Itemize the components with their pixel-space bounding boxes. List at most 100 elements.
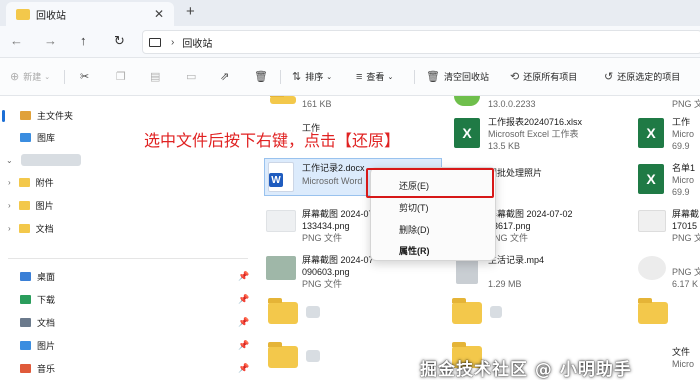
breadcrumb[interactable]: 回收站	[182, 35, 212, 50]
sort-icon: ⇅	[292, 71, 302, 83]
view-icon: ≡	[356, 70, 363, 83]
restore-all-icon: ⟲	[510, 71, 520, 83]
file-name: 工作记录2.docx	[302, 163, 365, 173]
file-name: 名单1	[672, 163, 696, 173]
file-size: 1.29 MB	[488, 279, 522, 289]
pictures-icon	[20, 341, 31, 350]
pin-icon[interactable]: 📌	[238, 271, 249, 282]
address-bar-row: ← → ↑ ↻ › 回收站	[0, 26, 700, 58]
restore-highlight-box	[366, 168, 494, 198]
new-tab-icon[interactable]: +	[186, 3, 195, 20]
download-icon	[20, 295, 31, 304]
view-button[interactable]: ≡ 查看 ⌄	[356, 70, 393, 83]
sidebar-item-music[interactable]: 音乐	[20, 362, 55, 375]
close-tab-icon[interactable]: ✕	[154, 7, 164, 21]
sidebar-item-gallery[interactable]: 图库	[20, 131, 55, 144]
divider	[64, 70, 65, 84]
selection-indicator	[2, 110, 5, 122]
sidebar-item-downloads[interactable]: 下载	[20, 293, 55, 306]
plus-icon: ⊕	[10, 71, 20, 83]
copy-icon: ❐	[116, 71, 126, 83]
chevron-right-icon: ›	[8, 201, 11, 210]
scissors-icon: ✂	[80, 71, 90, 83]
menu-item-delete[interactable]: 删除(D)	[399, 223, 430, 236]
divider	[8, 258, 248, 259]
chevron-right-icon: ›	[171, 36, 175, 48]
file-name: 屏幕截图 2024-07	[302, 255, 374, 265]
folder-icon	[18, 224, 30, 233]
sort-button[interactable]: ⇅ 排序 ⌄	[292, 70, 332, 83]
copy-button[interactable]: ❐	[116, 70, 130, 83]
file-size: 6.17 K	[672, 279, 699, 289]
new-button[interactable]: ⊕ 新建 ⌄	[10, 70, 50, 83]
file-type: PNG 文件	[302, 279, 343, 289]
file-type: PNG 文件	[672, 99, 700, 109]
blurred-name	[306, 350, 320, 362]
sidebar-item-documents[interactable]: 文档	[20, 316, 55, 329]
restore-all-button[interactable]: ⟲ 还原所有项目	[510, 70, 577, 83]
sidebar-item-pictures[interactable]: 图片	[20, 339, 55, 352]
tab-title: 回收站	[36, 10, 66, 22]
sidebar-item-folder-3[interactable]: › 文档	[8, 222, 54, 235]
pin-icon[interactable]: 📌	[238, 317, 249, 328]
this-pc-icon	[149, 37, 161, 47]
tab-recycle-bin[interactable]: 回收站 ✕	[6, 2, 174, 26]
folder-icon[interactable]	[268, 298, 298, 324]
file-size: 13.5 KB	[488, 141, 521, 151]
gallery-icon	[20, 133, 31, 142]
blurred-name	[306, 306, 320, 318]
file-size: 161 KB	[302, 99, 332, 109]
rename-button[interactable]: ▭	[186, 70, 200, 83]
command-bar: ⊕ 新建 ⌄ ✂ ❐ ▤ ▭ ⇗ 🗑 ⇅ 排序 ⌄ ≡ 查看 ⌄ 🗑 清空回收站…	[0, 58, 700, 96]
address-bar[interactable]: › 回收站	[142, 30, 700, 54]
sidebar-item-folder-2[interactable]: › 图片	[8, 199, 54, 212]
sidebar-item-cloud[interactable]: ⌄	[6, 154, 81, 166]
file-name: 屏幕截图 2024-07	[302, 209, 374, 219]
refresh-icon[interactable]: ↻	[114, 33, 125, 49]
desktop-icon	[20, 272, 31, 281]
restore-selected-button[interactable]: ↺ 还原选定的项目	[604, 70, 680, 83]
forward-icon[interactable]: →	[44, 33, 57, 48]
watermark: 掘金技术社区 @ 小明助手	[420, 360, 632, 380]
folder-icon	[638, 298, 668, 324]
paste-button[interactable]: ▤	[150, 70, 164, 83]
blurred-name	[490, 306, 502, 318]
image-thumbnail	[638, 210, 666, 232]
account-name	[20, 154, 81, 166]
chevron-right-icon: ›	[8, 224, 11, 233]
chevron-right-icon: ›	[8, 178, 11, 187]
recycle-bin-icon	[16, 8, 30, 20]
share-button[interactable]: ⇗	[220, 70, 233, 83]
empty-recycle-bin-button[interactable]: 🗑 清空回收站	[426, 70, 489, 83]
sidebar-item-desktop[interactable]: 桌面	[20, 270, 55, 283]
pin-icon[interactable]: 📌	[238, 294, 249, 305]
pin-icon[interactable]: 📌	[238, 340, 249, 351]
sidebar-item-home[interactable]: 主文件夹	[20, 109, 73, 122]
sidebar-item-folder-1[interactable]: › 附件	[8, 176, 54, 189]
menu-item-cut[interactable]: 剪切(T)	[399, 201, 429, 214]
folder-icon[interactable]	[452, 298, 482, 324]
file-type: Micro	[672, 359, 694, 369]
file-size: 69.9	[672, 141, 690, 151]
folder-icon[interactable]	[268, 342, 298, 368]
pin-icon[interactable]: 📌	[238, 363, 249, 374]
image-thumbnail	[638, 256, 666, 280]
image-thumbnail	[266, 256, 296, 280]
app-icon[interactable]	[454, 96, 480, 106]
file-type: Microsoft Excel 工作表	[488, 129, 579, 139]
file-name-cont: 17015	[672, 221, 698, 231]
image-thumbnail	[266, 210, 296, 232]
divider	[280, 70, 281, 84]
word-file-icon: W	[268, 162, 294, 192]
folder-icon	[18, 201, 30, 210]
delete-button[interactable]: 🗑	[254, 70, 272, 83]
up-icon[interactable]: ↑	[80, 33, 87, 48]
home-icon	[20, 111, 31, 120]
menu-item-properties[interactable]: 属性(R)	[399, 244, 430, 257]
file-name-cont: 090603.png	[302, 267, 350, 277]
back-icon[interactable]: ←	[10, 33, 23, 48]
file-name: 生活记录.mp4	[488, 255, 545, 265]
file-name: 工作报表20240716.xlsx	[488, 117, 583, 127]
music-icon	[20, 364, 31, 373]
cut-button[interactable]: ✂	[80, 70, 93, 83]
